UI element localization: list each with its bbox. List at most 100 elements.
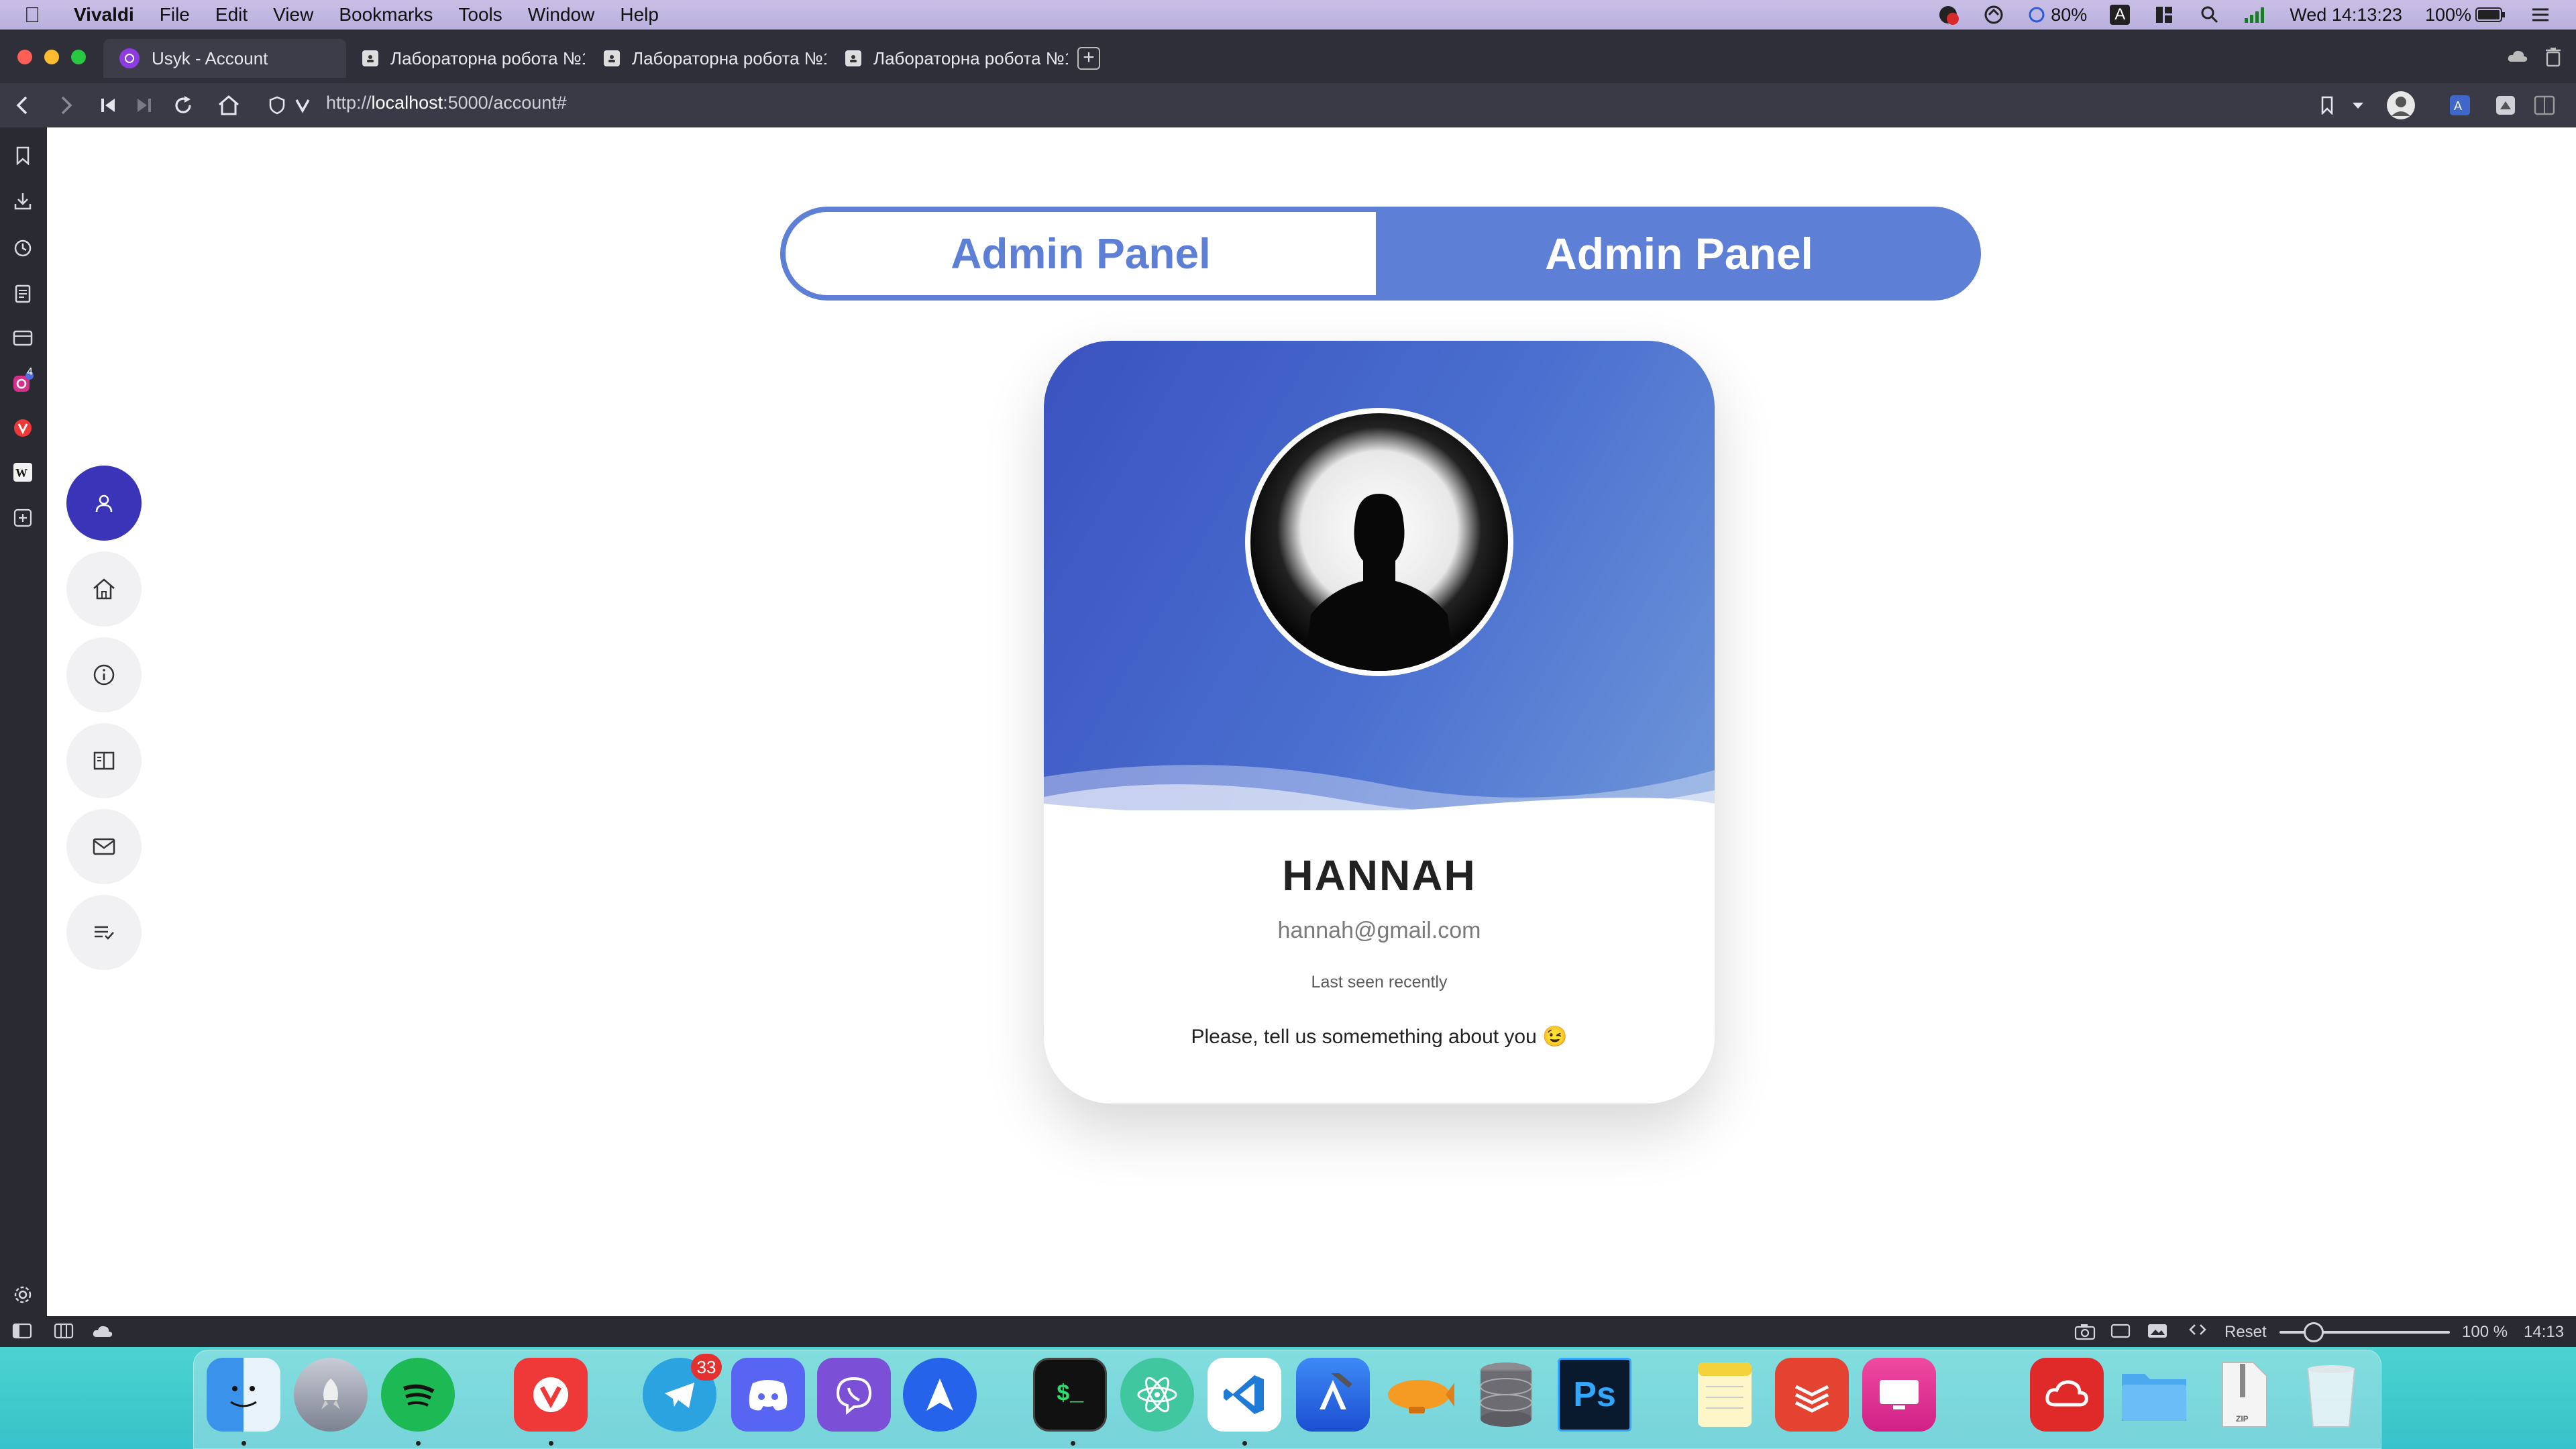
- zeppelin-app-icon[interactable]: [1382, 1358, 1456, 1432]
- viber-icon[interactable]: [817, 1358, 891, 1432]
- fast-forward-button[interactable]: [129, 90, 160, 121]
- discord-icon[interactable]: [731, 1358, 805, 1432]
- cellular-signal-icon[interactable]: [2244, 5, 2267, 25]
- folder-icon[interactable]: [2117, 1358, 2191, 1432]
- tab-usyk-account[interactable]: Usyk - Account: [103, 39, 346, 78]
- new-tab-button[interactable]: +: [1077, 47, 1100, 70]
- menu-window[interactable]: Window: [528, 4, 595, 25]
- trash-icon[interactable]: [2545, 47, 2561, 72]
- extension-icon[interactable]: [2490, 90, 2521, 121]
- rewind-button[interactable]: [93, 90, 123, 121]
- menu-file[interactable]: File: [160, 4, 190, 25]
- history-panel-icon[interactable]: [11, 236, 35, 260]
- vscode-icon[interactable]: [1208, 1358, 1281, 1432]
- translate-icon[interactable]: A: [2445, 90, 2475, 121]
- page-actions-icon[interactable]: [2188, 1322, 2207, 1342]
- admin-panel-left-button[interactable]: Admin Panel: [786, 212, 1376, 295]
- last-seen-status: Last seen recently: [1311, 973, 1448, 991]
- screenshot-camera-icon[interactable]: [2074, 1323, 2096, 1345]
- zoom-slider[interactable]: [2279, 1322, 2450, 1342]
- minimize-window-button[interactable]: [44, 50, 59, 64]
- notification-app-icon[interactable]: [1937, 5, 1960, 25]
- xcode-icon[interactable]: [1296, 1358, 1370, 1432]
- battery-status[interactable]: 100%: [2425, 5, 2506, 25]
- zip-archive-icon[interactable]: ZIP: [2207, 1358, 2281, 1432]
- running-indicator: [549, 1441, 553, 1446]
- menu-tools[interactable]: Tools: [458, 4, 502, 25]
- spotlight-search-icon[interactable]: [2198, 5, 2221, 25]
- menu-help[interactable]: Help: [620, 4, 659, 25]
- notes-app-icon[interactable]: [1688, 1358, 1762, 1432]
- add-web-panel-icon[interactable]: [11, 506, 35, 530]
- profile-name: HANNAH: [1282, 851, 1477, 900]
- back-button[interactable]: [7, 90, 38, 121]
- launchpad-icon[interactable]: [294, 1358, 368, 1432]
- nav-mail-button[interactable]: [66, 809, 142, 884]
- creative-cloud-icon[interactable]: [2030, 1358, 2104, 1432]
- avatar[interactable]: [1245, 408, 1513, 676]
- panel-toggle-icon[interactable]: [12, 1323, 32, 1344]
- browser-status-bar: Reset 100 % 14:13: [0, 1316, 2576, 1347]
- image-toggle-icon[interactable]: [2147, 1323, 2168, 1344]
- forward-button[interactable]: [51, 90, 82, 121]
- chevron-down-icon[interactable]: [2343, 90, 2373, 121]
- tab-lab-work-2[interactable]: Лабораторна робота №1: [588, 39, 826, 78]
- sync-app-icon[interactable]: [1982, 5, 2005, 25]
- settings-gear-icon[interactable]: [11, 1283, 35, 1307]
- notes-panel-icon[interactable]: [11, 282, 35, 306]
- tab-lab-work-3[interactable]: Лабораторна робота №1: [829, 39, 1068, 78]
- nav-info-button[interactable]: [66, 637, 142, 712]
- cloud-sync-icon[interactable]: [2506, 47, 2529, 70]
- vivaldi-dock-icon[interactable]: [514, 1358, 588, 1432]
- zoom-slider-thumb[interactable]: [2304, 1322, 2324, 1342]
- bookmarks-panel-icon[interactable]: [11, 144, 35, 168]
- user-icon: [95, 494, 113, 513]
- photoshop-icon[interactable]: Ps: [1558, 1358, 1631, 1432]
- nav-home-button[interactable]: [66, 551, 142, 627]
- vivaldi-v-icon[interactable]: [287, 90, 318, 121]
- window-panel-icon[interactable]: [11, 326, 35, 350]
- bookmark-icon[interactable]: [2312, 90, 2343, 121]
- todoist-icon[interactable]: [1775, 1358, 1849, 1432]
- url-field[interactable]: http://localhost:5000/account#: [326, 93, 567, 113]
- profile-avatar[interactable]: [2385, 90, 2416, 121]
- menu-view[interactable]: View: [273, 4, 313, 25]
- control-center-icon[interactable]: [2529, 5, 2552, 25]
- menu-bookmarks[interactable]: Bookmarks: [339, 4, 433, 25]
- finder-icon[interactable]: [207, 1358, 280, 1432]
- reload-button[interactable]: [168, 90, 199, 121]
- cloud-status-icon[interactable]: [91, 1324, 114, 1344]
- atom-editor-icon[interactable]: [1120, 1358, 1194, 1432]
- nav-book-button[interactable]: [66, 723, 142, 798]
- battery-percent-small: 80%: [2028, 5, 2087, 25]
- tab-tiling-icon[interactable]: [54, 1323, 74, 1344]
- spotify-icon[interactable]: [381, 1358, 455, 1432]
- menu-app-name[interactable]: Vivaldi: [74, 4, 134, 25]
- tab-lab-work-1[interactable]: Лабораторна робота №1: [346, 39, 585, 78]
- spark-mail-icon[interactable]: [903, 1358, 977, 1432]
- wikipedia-panel-icon[interactable]: W: [11, 460, 35, 484]
- terminal-icon[interactable]: $_: [1033, 1358, 1107, 1432]
- running-indicator: [1071, 1441, 1075, 1446]
- cleanmymac-icon[interactable]: [1862, 1358, 1936, 1432]
- nav-account-button[interactable]: [66, 466, 142, 541]
- clock[interactable]: Wed 14:13:23: [2290, 5, 2402, 25]
- home-button[interactable]: [213, 90, 244, 121]
- trash-dock-icon[interactable]: [2294, 1358, 2368, 1432]
- about-prompt[interactable]: Please, tell us somemething about you 😉: [1044, 1025, 1715, 1049]
- nav-list-button[interactable]: [66, 895, 142, 970]
- admin-panel-right-button[interactable]: Admin Panel: [1384, 207, 1974, 301]
- battery-small-value: 80%: [2051, 4, 2088, 25]
- window-manager-icon[interactable]: [2153, 5, 2176, 25]
- menu-edit[interactable]: Edit: [215, 4, 248, 25]
- downloads-panel-icon[interactable]: [11, 189, 35, 213]
- database-app-icon[interactable]: [1469, 1358, 1543, 1432]
- zoom-reset-button[interactable]: Reset: [2224, 1323, 2267, 1342]
- vivaldi-panel-icon[interactable]: [11, 416, 35, 440]
- zoom-window-button[interactable]: [71, 50, 86, 64]
- window-icon[interactable]: [2110, 1323, 2131, 1344]
- keyboard-layout[interactable]: A: [2110, 5, 2131, 25]
- reader-view-icon[interactable]: [2529, 90, 2560, 121]
- close-window-button[interactable]: [17, 50, 32, 64]
- apple-icon[interactable]: : [24, 3, 51, 28]
